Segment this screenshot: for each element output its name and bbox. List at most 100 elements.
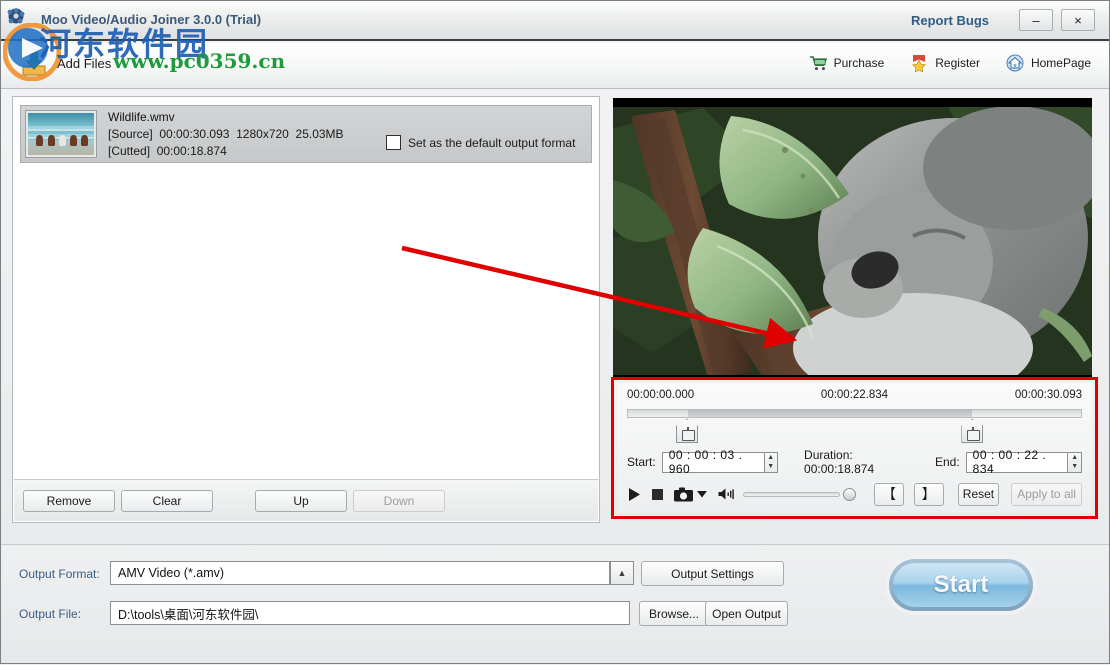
output-settings-button[interactable]: Output Settings — [641, 561, 784, 586]
output-file-input[interactable]: D:\tools\桌面\河东软件园\ — [110, 601, 630, 625]
start-time-spin-buttons[interactable]: ▲ ▼ — [764, 452, 779, 473]
clear-label: Clear — [153, 494, 182, 508]
start-spin-down-icon[interactable]: ▼ — [765, 462, 778, 472]
file-thumbnail — [26, 111, 96, 157]
checkbox-label: Set as the default output format — [408, 136, 575, 150]
up-label: Up — [293, 494, 308, 508]
start-button-label: Start — [893, 563, 1029, 607]
end-time-spin-buttons[interactable]: ▲ ▼ — [1067, 452, 1082, 473]
trim-start-handle[interactable] — [676, 419, 698, 443]
timeline-mid-time: 00:00:22.834 — [821, 389, 888, 401]
minimize-button[interactable]: – — [1019, 9, 1053, 31]
down-label: Down — [384, 494, 415, 508]
preview-panel: 00:00:00.000 00:00:22.834 00:00:30.093 — [611, 96, 1098, 523]
stop-icon — [651, 488, 664, 501]
remove-label: Remove — [47, 494, 92, 508]
homepage-label: HomePage — [1031, 56, 1091, 70]
add-files-icon — [19, 48, 49, 78]
start-time-stepper[interactable]: 00 : 00 : 03 . 960 ▲ ▼ — [662, 452, 778, 473]
output-format-label: Output Format: — [19, 567, 100, 581]
play-button[interactable] — [627, 487, 642, 502]
start-button[interactable]: Start — [889, 559, 1033, 611]
timeline-end-time: 00:00:30.093 — [1015, 389, 1082, 401]
start-time-input[interactable]: 00 : 00 : 03 . 960 — [662, 452, 764, 473]
video-preview[interactable] — [613, 98, 1092, 385]
trim-panel: 00:00:00.000 00:00:22.834 00:00:30.093 — [617, 383, 1092, 513]
source-label: [Source] — [108, 127, 153, 141]
timeline-selection — [688, 410, 972, 417]
end-time-stepper[interactable]: 00 : 00 : 22 . 834 ▲ ▼ — [966, 452, 1082, 473]
source-duration: 00:00:30.093 — [159, 127, 229, 141]
open-output-button[interactable]: Open Output — [705, 601, 788, 626]
toolbar: Add Files Purchase Register — [1, 43, 1109, 89]
snapshot-dropdown-button[interactable] — [697, 490, 707, 498]
camera-icon — [674, 487, 693, 502]
output-format-dropdown-button[interactable]: ▲ — [610, 561, 634, 585]
start-time-label: Start: — [627, 455, 656, 469]
window-title: Moo Video/Audio Joiner 3.0.0 (Trial) — [41, 12, 261, 27]
star-badge-icon — [910, 54, 928, 72]
output-settings-label: Output Settings — [671, 567, 754, 581]
timeline-track[interactable] — [627, 409, 1082, 418]
default-output-format-checkbox[interactable]: Set as the default output format — [386, 135, 575, 150]
volume-slider-knob[interactable] — [843, 488, 856, 501]
remove-button[interactable]: Remove — [23, 490, 115, 512]
file-size: 25.03MB — [296, 127, 344, 141]
mark-in-button[interactable]: 【 — [874, 483, 904, 506]
cutted-duration: 00:00:18.874 — [157, 144, 227, 158]
mark-out-button[interactable]: 】 — [914, 483, 944, 506]
add-files-label: Add Files — [57, 56, 111, 71]
home-icon — [1006, 54, 1024, 72]
start-spin-up-icon[interactable]: ▲ — [765, 453, 778, 463]
checkbox-box[interactable] — [386, 135, 401, 150]
register-button[interactable]: Register — [910, 54, 980, 72]
file-list-panel: Wildlife.wmv [Source] 00:00:30.093 1280x… — [12, 96, 600, 523]
list-action-bar: Remove Clear Up Down — [14, 479, 598, 521]
close-icon: × — [1074, 13, 1082, 28]
volume-slider[interactable] — [743, 492, 840, 497]
minimize-icon: – — [1032, 13, 1039, 28]
end-time-label: End: — [935, 455, 960, 469]
app-logo-icon — [7, 7, 35, 35]
add-files-button[interactable]: Add Files — [19, 48, 111, 78]
apply-to-all-button: Apply to all — [1011, 483, 1082, 506]
main-content: Wildlife.wmv [Source] 00:00:30.093 1280x… — [1, 90, 1109, 542]
register-label: Register — [935, 56, 980, 70]
title-bar: Moo Video/Audio Joiner 3.0.0 (Trial) Rep… — [1, 1, 1109, 41]
close-button[interactable]: × — [1061, 9, 1095, 31]
clear-button[interactable]: Clear — [121, 490, 213, 512]
cart-icon — [809, 54, 827, 72]
purchase-button[interactable]: Purchase — [809, 54, 885, 72]
speaker-icon — [718, 487, 734, 501]
file-resolution: 1280x720 — [236, 127, 289, 141]
report-bugs-link[interactable]: Report Bugs — [911, 13, 989, 28]
video-frame-image — [613, 98, 1092, 385]
application-window: Moo Video/Audio Joiner 3.0.0 (Trial) Rep… — [0, 0, 1110, 664]
up-button[interactable]: Up — [255, 490, 347, 512]
trim-panel-annotation-box: 00:00:00.000 00:00:22.834 00:00:30.093 — [611, 377, 1098, 519]
reset-label: Reset — [963, 487, 994, 501]
toolbar-links: Purchase Register HomePage — [809, 54, 1091, 72]
stop-button[interactable] — [651, 488, 664, 501]
list-item[interactable]: Wildlife.wmv [Source] 00:00:30.093 1280x… — [20, 105, 592, 163]
end-spin-up-icon[interactable]: ▲ — [1068, 453, 1081, 463]
browse-button[interactable]: Browse... — [639, 601, 709, 626]
file-cutted-meta: [Cutted] 00:00:18.874 — [108, 143, 344, 160]
file-list[interactable]: Wildlife.wmv [Source] 00:00:30.093 1280x… — [14, 98, 598, 480]
reset-button[interactable]: Reset — [958, 483, 1000, 506]
play-icon — [627, 487, 642, 502]
homepage-button[interactable]: HomePage — [1006, 54, 1091, 72]
trim-fields: Start: 00 : 00 : 03 . 960 ▲ ▼ Duration: … — [627, 451, 1082, 473]
end-spin-down-icon[interactable]: ▼ — [1068, 462, 1081, 472]
mark-in-icon: 【 — [882, 484, 896, 504]
mark-out-icon: 】 — [922, 484, 936, 504]
chevron-down-icon — [697, 490, 707, 498]
volume-button[interactable] — [718, 487, 734, 501]
output-format-select[interactable]: AMV Video (*.amv) — [110, 561, 610, 585]
file-source-meta: [Source] 00:00:30.093 1280x720 25.03MB — [108, 126, 344, 143]
playback-controls: 【 】 Reset Apply to all — [627, 481, 1082, 507]
output-format-value: AMV Video (*.amv) — [118, 566, 224, 580]
trim-end-handle[interactable] — [961, 419, 983, 443]
snapshot-button[interactable] — [674, 487, 693, 502]
end-time-input[interactable]: 00 : 00 : 22 . 834 — [966, 452, 1068, 473]
